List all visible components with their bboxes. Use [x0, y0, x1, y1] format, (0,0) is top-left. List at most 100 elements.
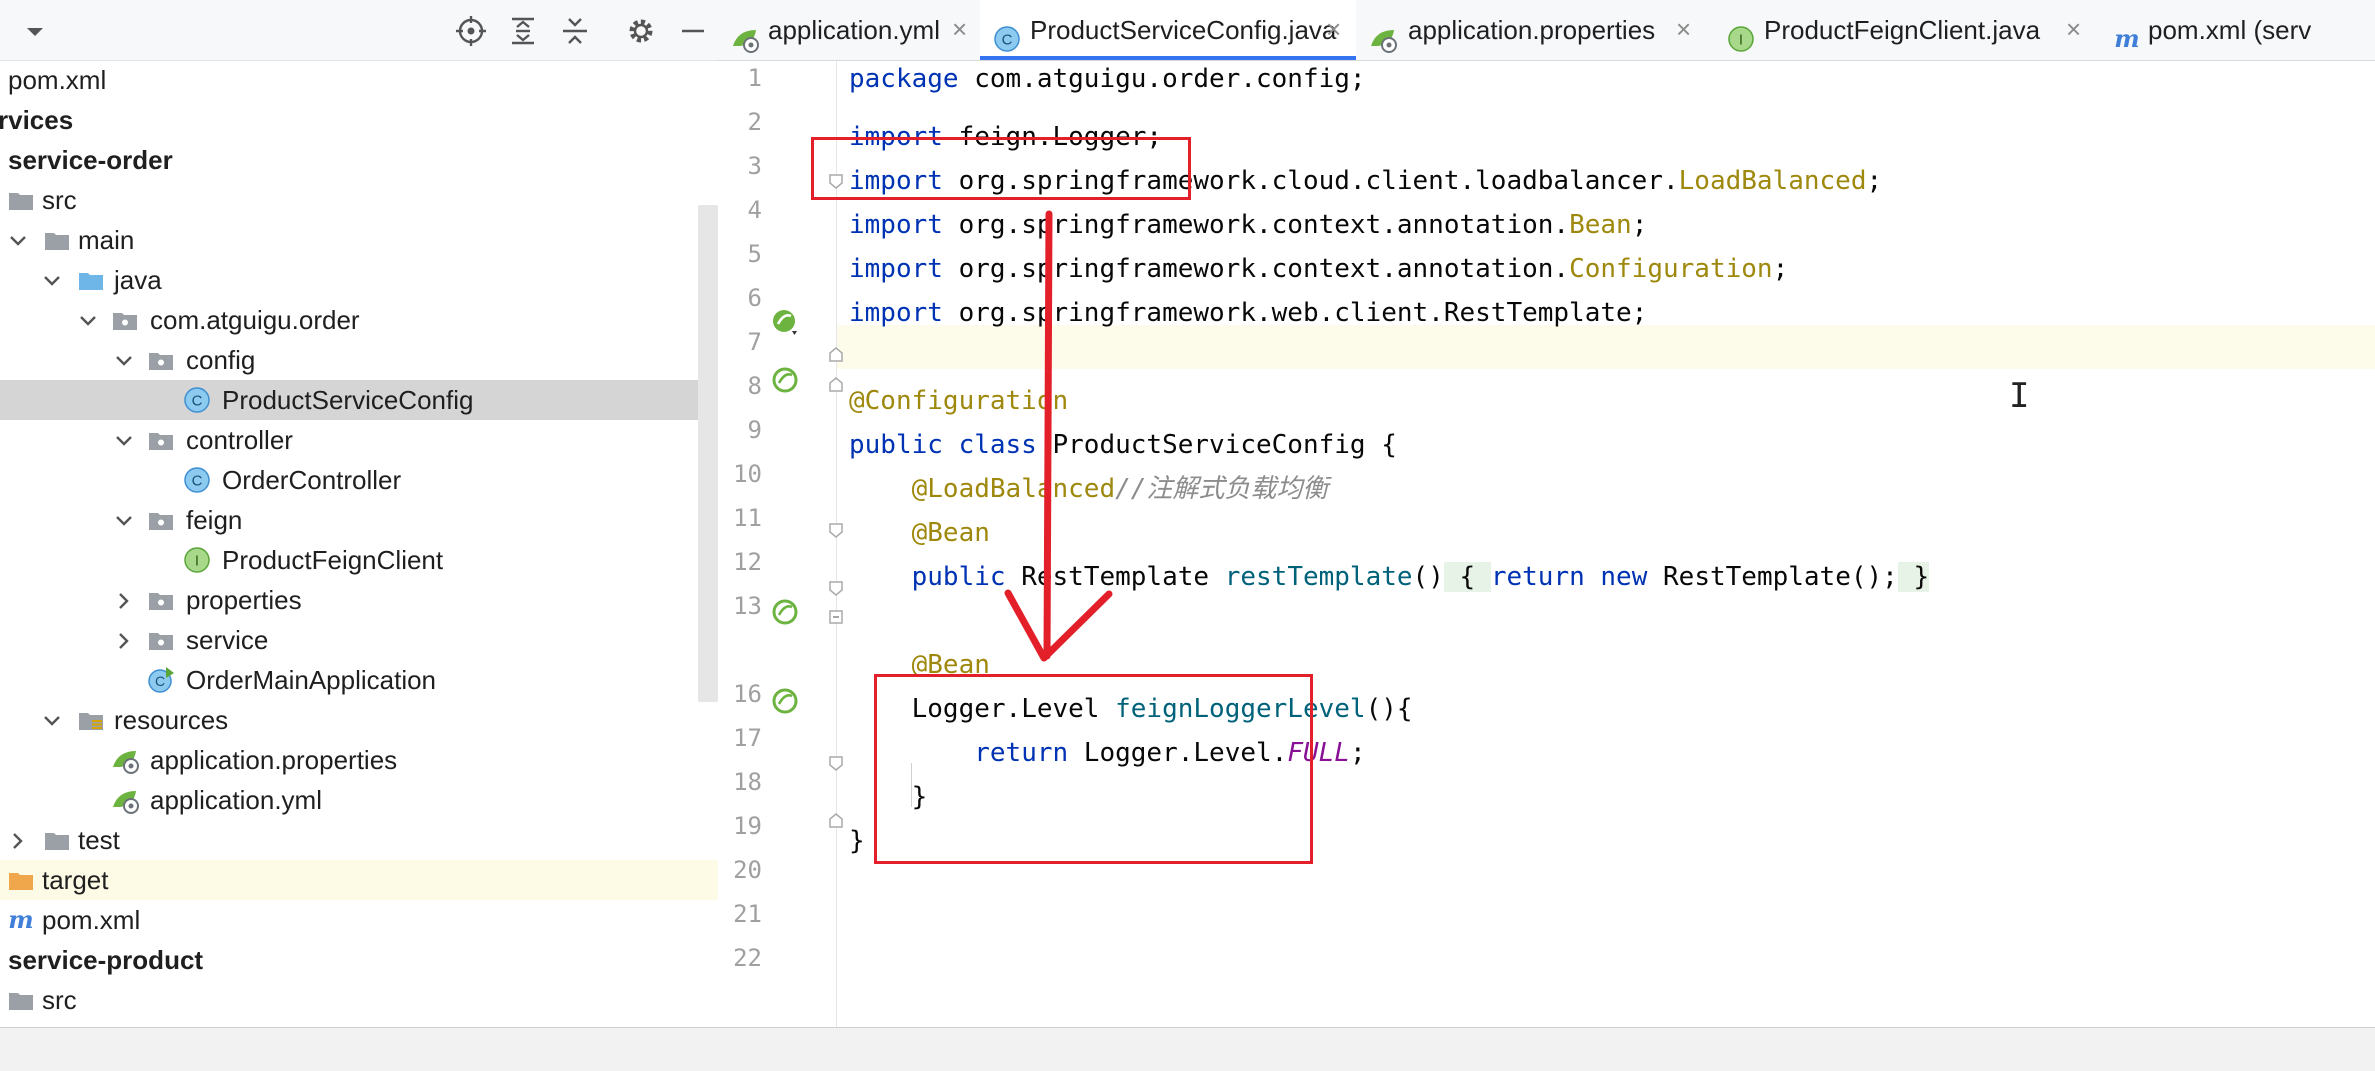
chevron-down-icon[interactable]	[110, 346, 138, 374]
tree-item-service-product[interactable]: service-product	[0, 940, 718, 980]
folder-icon	[6, 985, 36, 1015]
maven-file-icon: m	[2112, 15, 2142, 53]
spring-config-icon	[730, 15, 760, 53]
tree-item-controller[interactable]: controller	[0, 420, 718, 460]
tree-item-java[interactable]: java	[0, 260, 718, 300]
chevron-down-icon[interactable]	[110, 426, 138, 454]
panel-dropdown-icon[interactable]	[18, 14, 52, 48]
tree-item-label: rvices	[0, 105, 74, 135]
tree-item-label: src	[42, 985, 77, 1015]
svg-text:m: m	[8, 905, 33, 934]
folder-icon	[6, 185, 36, 215]
project-panel-header	[0, 0, 718, 61]
close-tab-icon[interactable]: ×	[1326, 14, 1341, 44]
folder-icon	[42, 225, 72, 255]
editor-tab-bar: application.yml × C ProductServiceConfig.ja…	[718, 0, 2375, 61]
tree-item-label: controller	[186, 425, 293, 455]
tree-item-productfeignclient[interactable]: I ProductFeignClient	[0, 540, 718, 580]
tree-item-ordermainapplication[interactable]: C OrderMainApplication	[0, 660, 718, 700]
tree-item-label: main	[78, 225, 135, 255]
tree-item-src[interactable]: src	[0, 980, 718, 1020]
svg-text:C: C	[155, 673, 165, 689]
tree-item-label: application.properties	[150, 745, 398, 775]
tree-item-label: test	[78, 825, 120, 855]
resources-folder-icon	[76, 705, 106, 735]
collapse-all-icon[interactable]	[558, 14, 592, 48]
tab-productserviceconfig-java[interactable]: C ProductServiceConfig.java ×	[980, 0, 1356, 60]
tree-item-productserviceconfig[interactable]: C ProductServiceConfig	[0, 380, 718, 420]
tree-item-label: java	[114, 265, 162, 295]
svg-text:C: C	[192, 393, 203, 410]
tree-item-label: ProductServiceConfig	[222, 385, 474, 415]
tree-item-label: pom.xml	[8, 65, 107, 95]
tab-productfeignclient-java[interactable]: I ProductFeignClient.java ×	[1712, 0, 2098, 60]
tree-item-label: config	[186, 345, 256, 375]
tree-item-main[interactable]: main	[0, 220, 718, 260]
tab-application-properties[interactable]: application.properties ×	[1356, 0, 1712, 60]
maven-file-icon: m	[6, 905, 36, 935]
class-icon: C	[182, 465, 212, 495]
tab-label: application.properties	[1408, 15, 1656, 45]
chevron-right-icon[interactable]	[110, 586, 138, 614]
svg-text:m: m	[2114, 24, 2139, 53]
tree-item-service[interactable]: service	[0, 620, 718, 660]
tree-item-label: properties	[186, 585, 302, 615]
tree-item-label: com.atguigu.order	[150, 305, 360, 335]
tree-item-src[interactable]: src	[0, 180, 718, 220]
minimize-icon[interactable]	[676, 14, 710, 48]
chevron-down-icon[interactable]	[110, 506, 138, 534]
tree-item-label: feign	[186, 505, 243, 535]
package-icon	[110, 305, 140, 335]
tree-item-label: src	[42, 185, 77, 215]
tab-label: ProductFeignClient.java	[1764, 15, 2041, 45]
class-icon: C	[992, 15, 1022, 52]
tree-item-rvices[interactable]: rvices	[0, 100, 718, 140]
chevron-right-icon[interactable]	[4, 826, 32, 854]
code-editor[interactable]: 1 2 3 4 5 6 7 8 9 10 11 12 13 16 17 18 19 20 21 22 package …	[718, 61, 2375, 1027]
tree-item-label: resources	[114, 705, 229, 735]
chevron-down-icon[interactable]	[74, 306, 102, 334]
tree-item-pom-xml[interactable]: mpom.xml	[0, 60, 718, 100]
tree-item-service-order[interactable]: service-order	[0, 140, 718, 180]
folder-icon	[42, 825, 72, 855]
package-icon	[146, 345, 176, 375]
tab-application-yml[interactable]: application.yml ×	[718, 0, 980, 60]
tree-item-pom-xml[interactable]: mpom.xml	[0, 900, 718, 940]
tree-scrollbar[interactable]	[698, 205, 718, 702]
tree-item-label: target	[42, 865, 109, 895]
tree-item-resources[interactable]: resources	[0, 700, 718, 740]
interface-icon: I	[182, 545, 212, 575]
status-bar	[0, 1027, 2375, 1071]
tree-item-label: service-product	[8, 945, 204, 975]
tree-item-ordercontroller[interactable]: C OrderController	[0, 460, 718, 500]
package-icon	[146, 585, 176, 615]
tree-item-feign[interactable]: feign	[0, 500, 718, 540]
tree-item-target[interactable]: target	[0, 860, 718, 900]
chevron-down-icon[interactable]	[38, 706, 66, 734]
expand-all-icon[interactable]	[506, 14, 540, 48]
close-tab-icon[interactable]: ×	[1676, 14, 1691, 44]
chevron-down-icon[interactable]	[4, 226, 32, 254]
project-panel: mpom.xmlrvicesservice-ordersrcmainjavaco…	[0, 0, 719, 1027]
excluded-folder-icon	[6, 865, 36, 895]
tree-item-application-properties[interactable]: application.properties	[0, 740, 718, 780]
class-icon: C	[182, 385, 212, 415]
package-icon	[146, 425, 176, 455]
tab-label: application.yml	[768, 15, 940, 45]
tree-item-test[interactable]: test	[0, 820, 718, 860]
tree-item-properties[interactable]: properties	[0, 580, 718, 620]
spring-config-icon	[110, 785, 140, 815]
interface-icon: I	[1726, 15, 1756, 52]
settings-gear-icon[interactable]	[624, 14, 658, 48]
spring-app-class-icon: C	[146, 665, 176, 695]
tree-item-config[interactable]: config	[0, 340, 718, 380]
close-tab-icon[interactable]: ×	[2066, 14, 2081, 44]
tree-item-com-atguigu-order[interactable]: com.atguigu.order	[0, 300, 718, 340]
tree-item-application-yml[interactable]: application.yml	[0, 780, 718, 820]
tab-pom-xml-serv[interactable]: m pom.xml (serv	[2098, 0, 2375, 60]
chevron-down-icon[interactable]	[38, 266, 66, 294]
close-tab-icon[interactable]: ×	[952, 14, 967, 44]
locate-file-icon[interactable]	[454, 14, 488, 48]
tree-item-label: OrderController	[222, 465, 402, 495]
chevron-right-icon[interactable]	[110, 626, 138, 654]
